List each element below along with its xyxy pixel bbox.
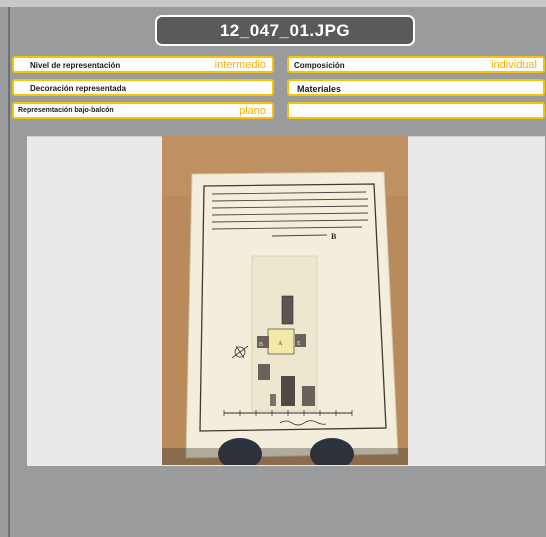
plan-label-a: A xyxy=(278,341,283,347)
left-divider xyxy=(8,7,10,537)
field-empty[interactable] xyxy=(287,102,545,119)
field-materiales[interactable]: Materiales xyxy=(287,79,545,96)
field-value: plano xyxy=(239,105,266,117)
document-photo[interactable]: B B A E xyxy=(162,136,408,465)
field-nivel-representacion[interactable]: Nivel de representación intermedio xyxy=(12,56,274,73)
field-decoracion-representada[interactable]: Decoración representada xyxy=(12,79,274,96)
top-strip xyxy=(0,0,546,7)
plan-label-e: E xyxy=(297,341,301,347)
field-composicion[interactable]: Composición individual xyxy=(287,56,545,73)
field-value: individual xyxy=(491,59,537,71)
field-value: intermedio xyxy=(214,59,266,71)
field-label: Materiales xyxy=(297,84,342,94)
plan-label-b: B xyxy=(259,342,263,348)
field-label: Composición xyxy=(294,61,345,70)
field-label: Represemtación bajo-balcón xyxy=(18,107,114,114)
field-label: Decoración representada xyxy=(30,84,127,93)
file-title: 12_047_01.JPG xyxy=(155,15,415,46)
document-photo-drawing: B B A E xyxy=(162,136,408,465)
field-label: Nivel de representación xyxy=(30,61,121,70)
field-representacion-bajo-balcon[interactable]: Represemtación bajo-balcón plano xyxy=(12,102,274,119)
document-caption-letter: B xyxy=(331,232,337,241)
